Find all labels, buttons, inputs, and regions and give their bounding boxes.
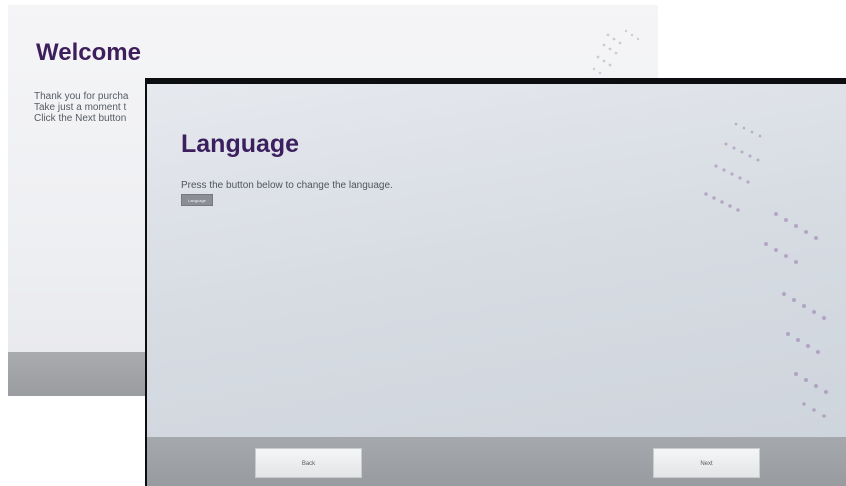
photo-stage: Welcome Thank you for purcha Take just a…: [0, 0, 846, 486]
welcome-line: Thank you for purcha: [34, 91, 129, 102]
page-title: Language: [181, 130, 300, 158]
welcome-title: Welcome: [36, 39, 141, 66]
welcome-line: Take just a moment t: [34, 102, 127, 113]
next-button[interactable]: Next: [653, 448, 760, 478]
language-screen-content: Language Press the button below to chang…: [147, 84, 846, 486]
back-button[interactable]: Back: [255, 448, 362, 478]
language-screen: Language Press the button below to chang…: [145, 78, 846, 486]
language-button[interactable]: Language: [181, 194, 213, 206]
welcome-text: Thank you for purcha Take just a moment …: [34, 91, 129, 124]
dot-wave-decoration-icon: [704, 122, 829, 418]
welcome-line: Click the Next button: [34, 113, 127, 124]
page-subtitle: Press the button below to change the lan…: [181, 180, 393, 191]
navigation-footer: Back Next: [147, 437, 846, 486]
